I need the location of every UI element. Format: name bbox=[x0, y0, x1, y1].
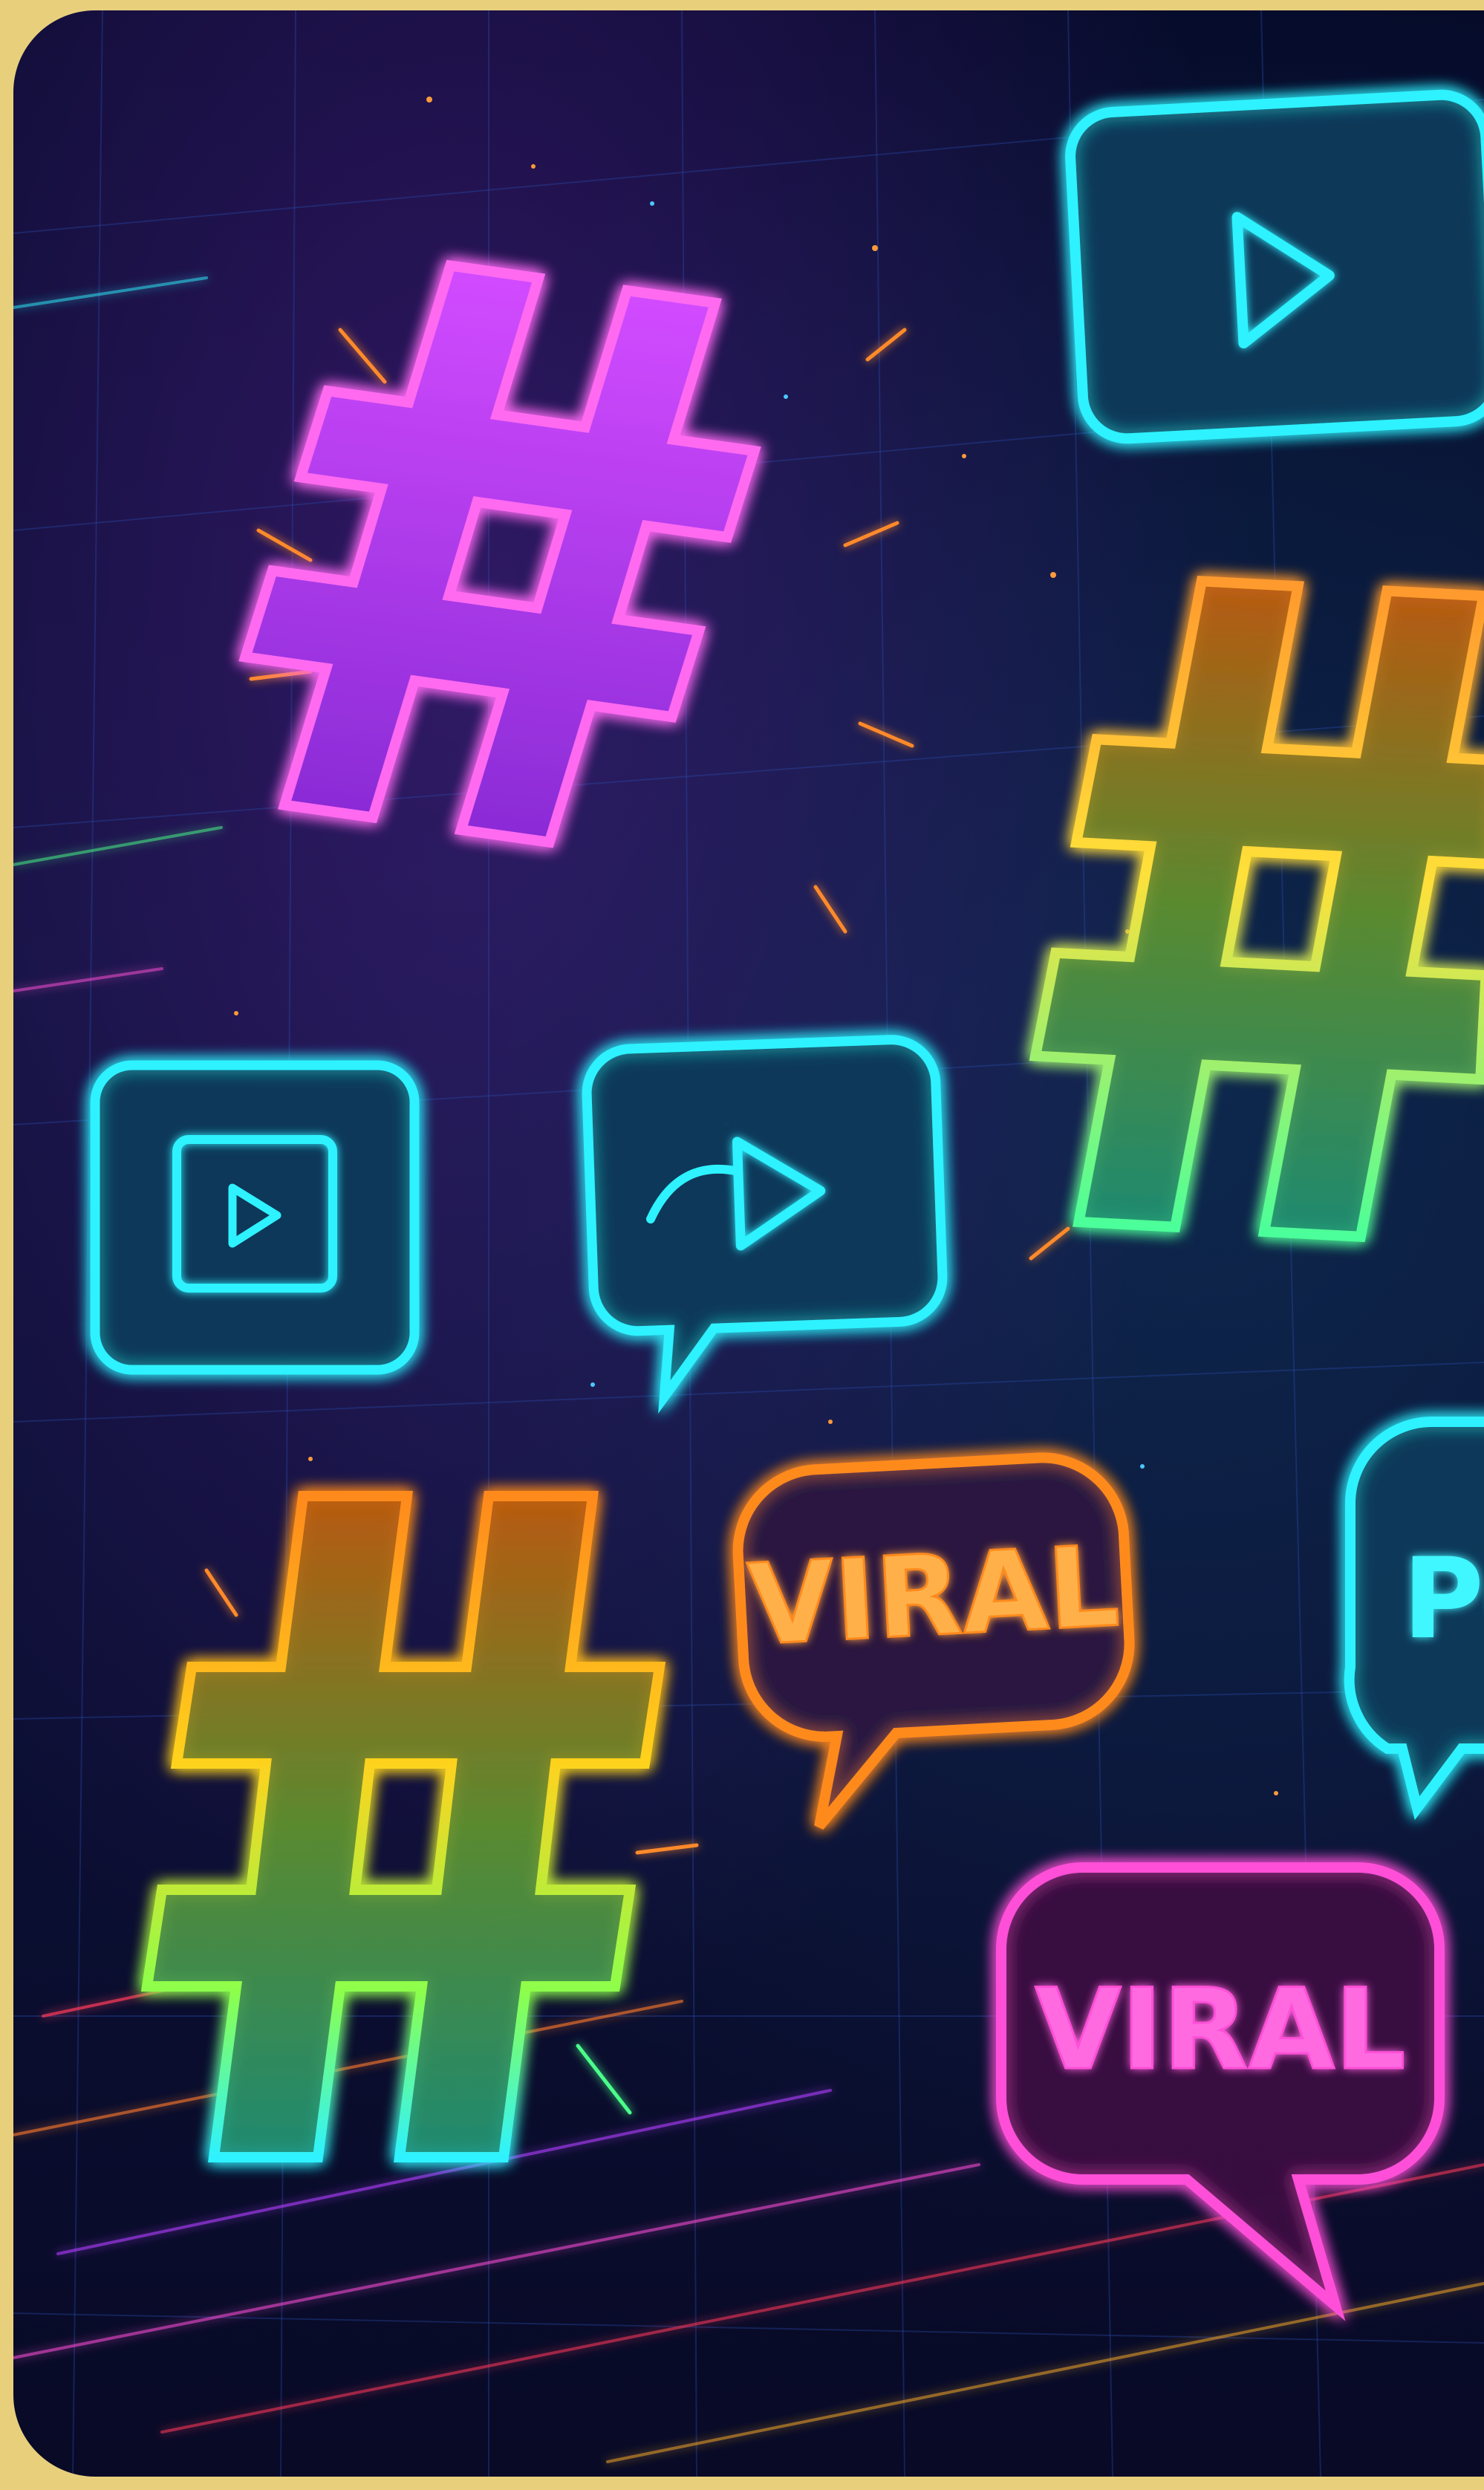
viral-speech-bubble-pink: VIRAL bbox=[996, 1862, 1445, 2321]
play-button-icon bbox=[582, 1035, 948, 1414]
play-button-icon bbox=[1065, 89, 1484, 444]
partial-speech-bubble-cyan: PO bbox=[1344, 1417, 1484, 1820]
play-button-icon bbox=[90, 1060, 420, 1375]
hashtag-icon bbox=[238, 259, 761, 848]
viral-speech-bubble-orange: VIRAL bbox=[732, 1452, 1135, 1830]
partial-label: PO bbox=[1402, 1535, 1484, 1664]
page-frame: VIRAL PO VIRAL bbox=[0, 0, 1484, 2490]
neon-scene: VIRAL PO VIRAL bbox=[13, 10, 1484, 2477]
hashtag-icon bbox=[1029, 576, 1484, 1243]
viral-label: VIRAL bbox=[745, 1522, 1122, 1671]
neon-scene-panel: VIRAL PO VIRAL bbox=[13, 10, 1484, 2477]
burst-lines-green bbox=[576, 2044, 632, 2115]
viral-label: VIRAL bbox=[1035, 1966, 1405, 2095]
